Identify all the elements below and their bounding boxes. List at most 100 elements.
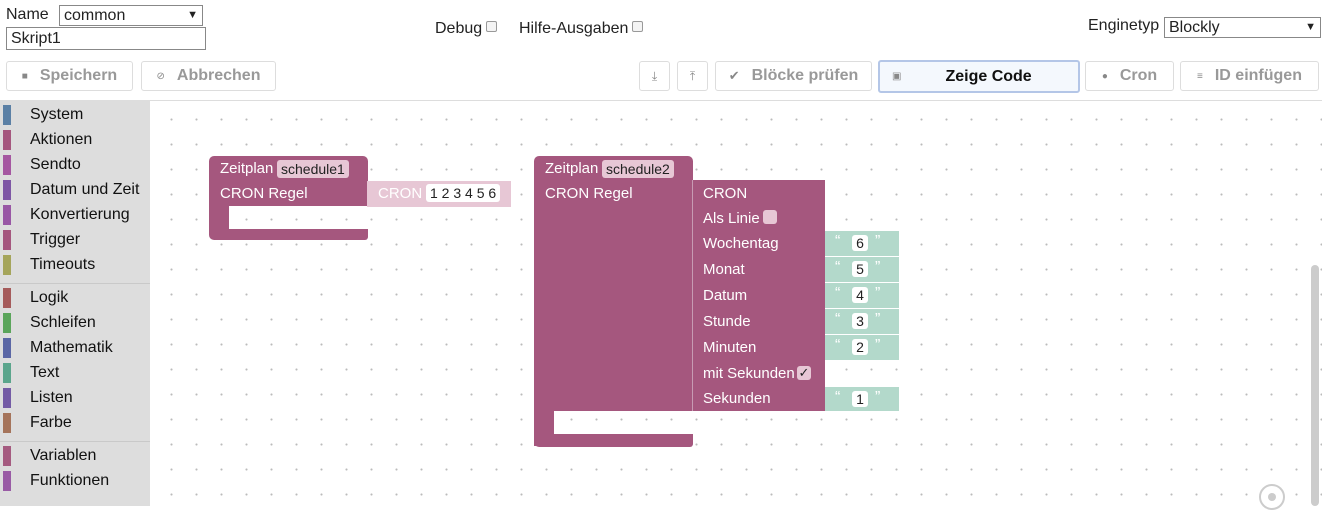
cancel-button[interactable]: ⊘ Abbrechen <box>141 61 276 91</box>
text-value-block[interactable]: “ 2 ” <box>825 335 899 360</box>
category-label: Aktionen <box>30 131 93 148</box>
cron-button[interactable]: ● Cron <box>1085 61 1174 91</box>
name-select[interactable]: common ▼ <box>59 5 203 26</box>
cron-input-value[interactable]: 6 <box>852 235 868 251</box>
category-color-bar <box>3 180 11 200</box>
seconds-value-block[interactable]: “ 1 ” <box>825 387 899 411</box>
category-color-bar <box>3 205 11 225</box>
quote-close-icon: ” <box>875 389 881 406</box>
script-name-input[interactable]: Skript1 <box>6 27 206 50</box>
quote-open-icon: “ <box>835 311 841 328</box>
help-output-toggle[interactable]: Hilfe-Ausgaben <box>519 20 644 38</box>
category-separator <box>0 283 150 284</box>
import-button[interactable]: ⤒ <box>677 61 708 91</box>
category-logik[interactable]: Logik <box>0 287 68 309</box>
seconds-label: Sekunden <box>703 390 771 407</box>
text-value-block[interactable]: “ 5 ” <box>825 257 899 282</box>
text-value-block[interactable]: “ 3 ” <box>825 309 899 334</box>
seconds-value[interactable]: 1 <box>852 391 868 407</box>
block2-title: Zeitplan <box>545 160 599 177</box>
category-label: Konvertierung <box>30 206 130 223</box>
category-label: Trigger <box>30 231 81 248</box>
category-color-bar <box>3 471 11 491</box>
block2-body[interactable] <box>534 181 693 411</box>
category-timeouts[interactable]: Timeouts <box>0 254 95 276</box>
block2-notch <box>556 411 570 416</box>
upload-icon: ⤒ <box>689 68 696 83</box>
help-output-label: Hilfe-Ausgaben <box>519 20 629 37</box>
block2-rule-label: CRON Regel <box>545 185 633 202</box>
recenter-icon[interactable] <box>1259 484 1285 510</box>
quote-open-icon: “ <box>835 285 841 302</box>
clock-icon: ● <box>1101 70 1108 82</box>
workspace-scrollbar[interactable] <box>1311 265 1319 506</box>
block1-schedule-field[interactable]: schedule1 <box>277 160 349 178</box>
cron-input-value[interactable]: 3 <box>852 313 868 329</box>
category-color-bar <box>3 230 11 250</box>
cron-builder-label: CRON <box>703 185 748 202</box>
category-label: Datum und Zeit <box>30 181 140 198</box>
category-system[interactable]: System <box>0 104 83 126</box>
block-category-sidebar: System Aktionen Sendto Datum und Zeit Konver… <box>0 101 150 506</box>
category-konvertierung[interactable]: Konvertierung <box>0 204 130 226</box>
debug-toggle[interactable]: Debug <box>435 20 498 38</box>
category-farbe[interactable]: Farbe <box>0 412 72 434</box>
block1-rule-label: CRON Regel <box>220 185 308 202</box>
category-schleifen[interactable]: Schleifen <box>0 312 96 334</box>
cancel-icon: ⊘ <box>156 70 165 82</box>
download-icon: ⤓ <box>651 68 658 83</box>
category-aktionen[interactable]: Aktionen <box>0 129 92 151</box>
category-listen[interactable]: Listen <box>0 387 73 409</box>
with-seconds-label: mit Sekunden <box>703 365 795 382</box>
category-color-bar <box>3 338 11 358</box>
engine-type-select[interactable]: Blockly ▼ <box>1164 17 1321 38</box>
save-button[interactable]: ■ Speichern <box>6 61 133 91</box>
quote-open-icon: “ <box>835 259 841 276</box>
cron-input-value[interactable]: 5 <box>852 261 868 277</box>
category-datum-und-zeit[interactable]: Datum und Zeit <box>0 179 139 201</box>
list-icon: ≡ <box>1197 70 1203 82</box>
category-color-bar <box>3 155 11 175</box>
category-label: Timeouts <box>30 256 96 273</box>
category-trigger[interactable]: Trigger <box>0 229 80 251</box>
script-name-value: Skript1 <box>11 30 61 47</box>
as-line-checkbox[interactable] <box>763 210 777 224</box>
with-seconds-checkbox[interactable]: ✓ <box>797 366 811 380</box>
category-label: Listen <box>30 389 73 406</box>
help-output-checkbox[interactable] <box>632 21 644 32</box>
blockly-workspace[interactable]: Zeitplan schedule1 CRON Regel CRON 1 2 3… <box>150 101 1322 510</box>
quote-open-icon: “ <box>835 233 841 250</box>
category-label: Sendto <box>30 156 81 173</box>
category-sendto[interactable]: Sendto <box>0 154 81 176</box>
cron-input-value[interactable]: 4 <box>852 287 868 303</box>
show-code-button[interactable]: ▣ Zeige Code <box>878 60 1080 93</box>
text-value-block[interactable]: “ 4 ” <box>825 283 899 308</box>
cron-button-label: Cron <box>1119 67 1158 84</box>
category-color-bar <box>3 446 11 466</box>
insert-id-button[interactable]: ≡ ID einfügen <box>1180 61 1319 91</box>
category-funktionen[interactable]: Funktionen <box>0 470 109 492</box>
category-label: Variablen <box>30 447 97 464</box>
category-label: Schleifen <box>30 314 96 331</box>
check-blocks-label: Blöcke prüfen <box>751 67 859 84</box>
category-label: Funktionen <box>30 472 110 489</box>
category-variablen[interactable]: Variablen <box>0 445 96 467</box>
category-mathematik[interactable]: Mathematik <box>0 337 113 359</box>
engine-type-value: Blockly <box>1169 19 1220 36</box>
check-blocks-button[interactable]: ✔ Blöcke prüfen <box>715 61 872 91</box>
block1-cron-label: CRON <box>378 185 423 202</box>
category-color-bar <box>3 413 11 433</box>
category-label: System <box>30 106 84 123</box>
export-button[interactable]: ⤓ <box>639 61 670 91</box>
block1-cron-value[interactable]: 1 2 3 4 5 6 <box>426 184 501 202</box>
quote-close-icon: ” <box>875 233 881 250</box>
text-value-block[interactable]: “ 6 ” <box>825 231 899 256</box>
block2-schedule-field[interactable]: schedule2 <box>602 160 674 178</box>
quote-close-icon: ” <box>875 285 881 302</box>
debug-checkbox[interactable] <box>486 21 498 32</box>
dropdown-arrow-icon: ▼ <box>1305 21 1316 33</box>
category-text[interactable]: Text <box>0 362 59 384</box>
dropdown-arrow-icon: ▼ <box>187 9 198 21</box>
category-separator <box>0 441 150 442</box>
cron-input-value[interactable]: 2 <box>852 339 868 355</box>
